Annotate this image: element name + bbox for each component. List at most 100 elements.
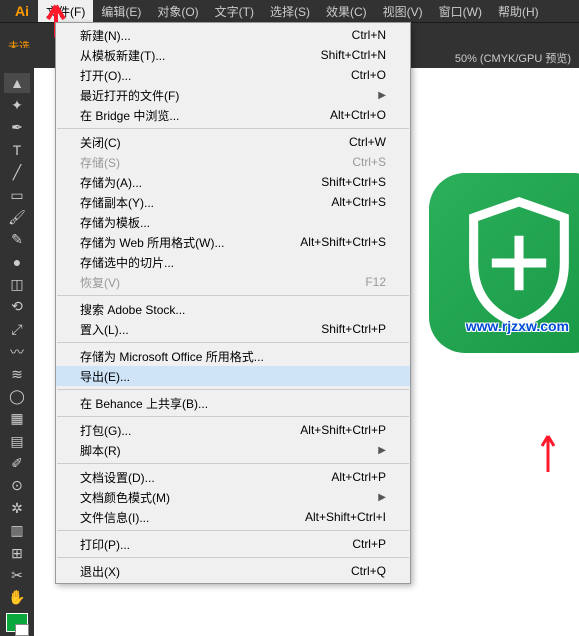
menu-item-label: 新建(N)...: [80, 27, 131, 44]
menu-item-shortcut: Shift+Ctrl+S: [321, 175, 386, 189]
type-tool[interactable]: T: [4, 140, 30, 160]
menu-item: 恢复(V) F12: [56, 272, 410, 292]
symbol-tool[interactable]: ✲: [4, 498, 30, 518]
menu-效果[interactable]: 效果(C): [318, 0, 375, 22]
menu-item[interactable]: 从模板新建(T)... Shift+Ctrl+N: [56, 45, 410, 65]
menu-item[interactable]: 关闭(C)Ctrl+W: [56, 132, 410, 152]
menu-选择[interactable]: 选择(S): [262, 0, 318, 22]
menu-item[interactable]: 在 Bridge 中浏览... Alt+Ctrl+O: [56, 105, 410, 125]
menu-编辑[interactable]: 编辑(E): [93, 0, 149, 22]
menu-item-label: 文件信息(I)...: [80, 509, 149, 526]
menu-item[interactable]: 存储为 Web 所用格式(W)... Alt+Shift+Ctrl+S: [56, 232, 410, 252]
menu-item-shortcut: Ctrl+Q: [351, 564, 386, 578]
selection-tool[interactable]: ▲: [4, 73, 30, 93]
line-tool[interactable]: ╱: [4, 163, 30, 183]
slice-tool[interactable]: ✂: [4, 565, 30, 585]
menu-item-shortcut: Ctrl+O: [351, 68, 386, 82]
menu-视图[interactable]: 视图(V): [375, 0, 431, 22]
menu-对象[interactable]: 对象(O): [149, 0, 206, 22]
menu-item-label: 存储为 Web 所用格式(W)...: [80, 234, 224, 251]
menu-item-shortcut: Ctrl+N: [352, 28, 386, 42]
menu-item-label: 脚本(R): [80, 442, 121, 459]
menu-item-label: 在 Bridge 中浏览...: [80, 107, 179, 124]
menu-item: 存储(S)Ctrl+S: [56, 152, 410, 172]
brush-tool[interactable]: 🖌: [4, 207, 30, 227]
menu-item-shortcut: Ctrl+W: [349, 135, 386, 149]
menu-item[interactable]: 打开(O)...Ctrl+O: [56, 65, 410, 85]
menu-separator: [57, 295, 409, 296]
menu-item[interactable]: 搜索 Adobe Stock...: [56, 299, 410, 319]
watermark-text: www.rjzxw.com: [466, 318, 569, 334]
menu-item[interactable]: 在 Behance 上共享(B)...: [56, 393, 410, 413]
pencil-tool[interactable]: ✎: [4, 230, 30, 250]
menu-窗口[interactable]: 窗口(W): [431, 0, 490, 22]
file-menu-dropdown: 新建(N)... Ctrl+N 从模板新建(T)... Shift+Ctrl+N 打开(…: [55, 22, 411, 584]
menu-item[interactable]: 脚本(R) ▶: [56, 440, 410, 460]
artboard-tool[interactable]: ⊞: [4, 543, 30, 563]
menu-item[interactable]: 打包(G)...Alt+Shift+Ctrl+P: [56, 420, 410, 440]
menu-item-label: 置入(L)...: [80, 321, 129, 338]
pen-tool[interactable]: ✒: [4, 118, 30, 138]
menu-item[interactable]: 导出(E)...: [56, 366, 410, 386]
menu-item-label: 存储为(A)...: [80, 174, 142, 191]
menubar: Ai 文件(F)编辑(E)对象(O)文字(T)选择(S)效果(C)视图(V)窗口…: [0, 0, 579, 22]
eyedropper-tool[interactable]: ✐: [4, 453, 30, 473]
menu-item-label: 从模板新建(T)...: [80, 47, 165, 64]
menu-separator: [57, 530, 409, 531]
menu-item[interactable]: 文档设置(D)...Alt+Ctrl+P: [56, 467, 410, 487]
menu-item-label: 文档颜色模式(M): [80, 489, 170, 506]
rect-tool[interactable]: ▭: [4, 185, 30, 205]
menu-item[interactable]: 存储为(A)... Shift+Ctrl+S: [56, 172, 410, 192]
menu-item[interactable]: 存储选中的切片...: [56, 252, 410, 272]
menu-item[interactable]: 文件信息(I)... Alt+Shift+Ctrl+I: [56, 507, 410, 527]
menu-item-label: 存储副本(Y)...: [80, 194, 154, 211]
magic-wand-tool[interactable]: ✦: [4, 95, 30, 115]
menu-item[interactable]: 新建(N)... Ctrl+N: [56, 25, 410, 45]
submenu-arrow-icon: ▶: [378, 445, 386, 456]
menu-item[interactable]: 退出(X) Ctrl+Q: [56, 561, 410, 581]
menu-item[interactable]: 文档颜色模式(M)▶: [56, 487, 410, 507]
menu-item-label: 文档设置(D)...: [80, 469, 155, 486]
blend-tool[interactable]: ⊙: [4, 476, 30, 496]
menu-item-label: 打印(P)...: [80, 536, 130, 553]
menu-item-label: 恢复(V): [80, 274, 120, 291]
menu-separator: [57, 342, 409, 343]
warp-tool[interactable]: ≋: [4, 364, 30, 384]
menu-文件[interactable]: 文件(F): [38, 0, 93, 22]
menu-item-label: 最近打开的文件(F): [80, 87, 179, 104]
eraser-tool[interactable]: ◫: [4, 274, 30, 294]
menu-item-label: 存储(S): [80, 154, 120, 171]
menu-item[interactable]: 存储为 Microsoft Office 所用格式...: [56, 346, 410, 366]
menu-item-shortcut: Ctrl+P: [352, 537, 386, 551]
scale-tool[interactable]: ⤢: [4, 319, 30, 339]
hand-tool[interactable]: ✋: [4, 588, 30, 608]
stroke-swatch[interactable]: [15, 624, 29, 636]
menu-item[interactable]: 存储副本(Y)...Alt+Ctrl+S: [56, 192, 410, 212]
mesh-tool[interactable]: ▦: [4, 409, 30, 429]
artwork-shield-icon: [461, 195, 577, 331]
menu-item-shortcut: Shift+Ctrl+N: [321, 48, 386, 62]
menu-item-shortcut: Alt+Ctrl+O: [330, 108, 386, 122]
menu-item[interactable]: 置入(L)... Shift+Ctrl+P: [56, 319, 410, 339]
shape-builder-tool[interactable]: ◯: [4, 386, 30, 406]
graph-tool[interactable]: ▥: [4, 521, 30, 541]
menu-item-shortcut: Shift+Ctrl+P: [321, 322, 386, 336]
menu-item-label: 退出(X): [80, 563, 120, 580]
menu-item-label: 打包(G)...: [80, 422, 131, 439]
menu-item[interactable]: 存储为模板...: [56, 212, 410, 232]
menu-item-shortcut: Alt+Shift+Ctrl+S: [300, 235, 386, 249]
blob-tool[interactable]: ●: [4, 252, 30, 272]
menu-item[interactable]: 最近打开的文件(F) ▶: [56, 85, 410, 105]
rotate-tool[interactable]: ⟲: [4, 297, 30, 317]
menu-item-shortcut: Alt+Shift+Ctrl+I: [305, 510, 386, 524]
menu-item-label: 存储为 Microsoft Office 所用格式...: [80, 348, 264, 365]
tools-panel: ▲✦ ✒T ╱▭🖌 ✎●◫ ⟲⤢ 〰≋◯ ▦▤✐ ⊙✲ ▥⊞✂ ✋: [0, 68, 34, 636]
menu-文字[interactable]: 文字(T): [207, 0, 262, 22]
menu-帮助[interactable]: 帮助(H): [490, 0, 547, 22]
gradient-tool[interactable]: ▤: [4, 431, 30, 451]
menu-item[interactable]: 打印(P)... Ctrl+P: [56, 534, 410, 554]
menu-item-shortcut: F12: [365, 275, 386, 289]
menu-separator: [57, 128, 409, 129]
submenu-arrow-icon: ▶: [378, 90, 386, 101]
width-tool[interactable]: 〰: [4, 342, 30, 362]
